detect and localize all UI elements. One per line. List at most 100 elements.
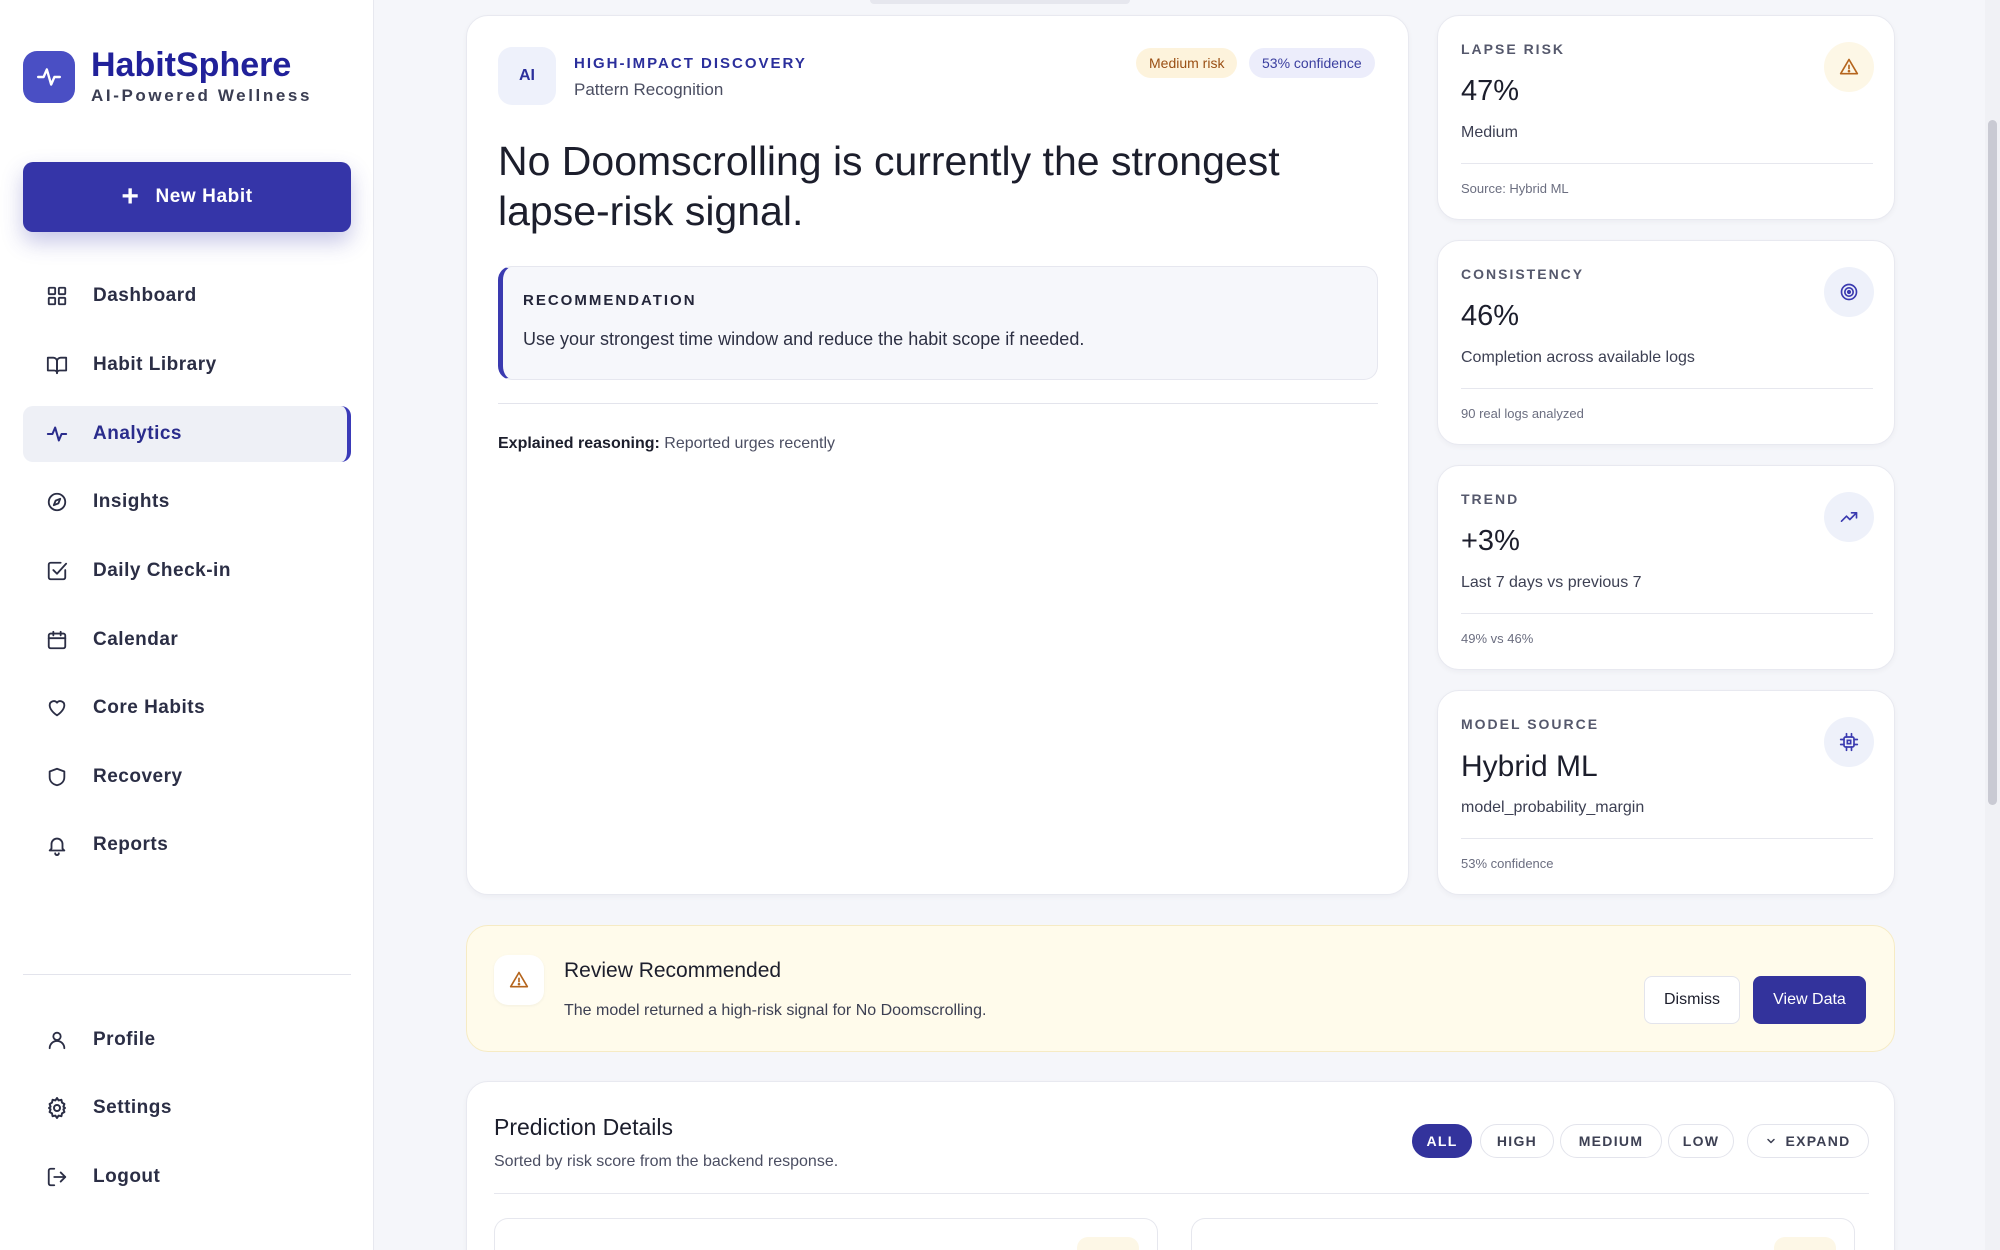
- sidebar-item-calendar[interactable]: Calendar: [23, 612, 351, 668]
- divider: [498, 403, 1378, 404]
- warning-icon: [1824, 42, 1874, 92]
- sidebar-item-label: Daily Check-in: [93, 560, 231, 581]
- brand[interactable]: HabitSphere AI-Powered Wellness: [23, 46, 312, 107]
- scroll-edge: [870, 0, 1130, 4]
- scrollbar-thumb[interactable]: [1988, 120, 1997, 805]
- stat-card-trend: TREND +3% Last 7 days vs previous 7 49% …: [1437, 465, 1895, 670]
- stat-desc: model_probability_margin: [1461, 799, 1645, 816]
- recommendation-text: Use your strongest time window and reduc…: [523, 329, 1085, 349]
- sidebar-item-label: Reports: [93, 834, 169, 855]
- sidebar-item-insights[interactable]: Insights: [23, 474, 351, 530]
- sidebar-item-label: Core Habits: [93, 697, 206, 718]
- status-badge: [1774, 1237, 1836, 1250]
- new-habit-label: New Habit: [155, 186, 253, 207]
- sidebar-item-label: Recovery: [93, 766, 183, 787]
- sidebar-item-label: Habit Library: [93, 354, 217, 375]
- stat-foot: 90 real logs analyzed: [1461, 406, 1584, 421]
- pulse-icon: [23, 50, 75, 103]
- sidebar-item-analytics[interactable]: Analytics: [23, 406, 351, 462]
- banner-title: Review Recommended: [564, 959, 782, 982]
- divider: [1461, 388, 1873, 389]
- sidebar-item-label: Insights: [93, 491, 170, 512]
- prediction-item[interactable]: [494, 1218, 1158, 1250]
- grid-icon: [45, 284, 69, 308]
- bell-icon: [45, 833, 69, 857]
- stat-card-model-source: MODEL SOURCE Hybrid ML model_probability…: [1437, 690, 1895, 895]
- stat-desc: Last 7 days vs previous 7: [1461, 574, 1642, 591]
- sidebar-item-logout[interactable]: Logout: [23, 1149, 351, 1205]
- discovery-title: No Doomscrolling is currently the strong…: [498, 138, 1280, 234]
- expand-label: EXPAND: [1785, 1133, 1851, 1149]
- target-icon: [1824, 267, 1874, 317]
- stat-desc: Completion across available logs: [1461, 349, 1695, 366]
- stat-card-consistency: CONSISTENCY 46% Completion across availa…: [1437, 240, 1895, 445]
- view-data-button[interactable]: View Data: [1753, 976, 1866, 1024]
- sidebar-item-profile[interactable]: Profile: [23, 1012, 351, 1068]
- stat-label: LAPSE RISK: [1461, 41, 1566, 57]
- gear-icon: [45, 1096, 69, 1120]
- trending-up-icon: [1824, 492, 1874, 542]
- recommendation-box: RECOMMENDATION Use your strongest time w…: [498, 266, 1378, 380]
- sidebar-item-label: Settings: [93, 1097, 172, 1118]
- sidebar-item-label: Analytics: [93, 423, 182, 444]
- prediction-item[interactable]: [1191, 1218, 1855, 1250]
- shield-icon: [45, 765, 69, 789]
- status-badge: [1077, 1237, 1139, 1250]
- new-habit-button[interactable]: + New Habit: [23, 162, 351, 232]
- sidebar-item-label: Profile: [93, 1029, 156, 1050]
- prediction-subtitle: Sorted by risk score from the backend re…: [494, 1153, 839, 1170]
- discovery-card: AI HIGH-IMPACT DISCOVERY Pattern Recogni…: [466, 15, 1409, 895]
- sidebar-divider: [23, 974, 351, 975]
- stat-label: CONSISTENCY: [1461, 266, 1585, 282]
- warning-icon: [494, 955, 544, 1005]
- divider: [1461, 838, 1873, 839]
- check-square-icon: [45, 559, 69, 583]
- stat-value: 46%: [1461, 300, 1520, 332]
- risk-badge: Medium risk: [1136, 48, 1238, 78]
- discovery-eyebrow: HIGH-IMPACT DISCOVERY: [574, 55, 807, 72]
- sidebar-item-settings[interactable]: Settings: [23, 1080, 351, 1136]
- brand-name: HabitSphere: [91, 46, 292, 84]
- discovery-subtitle: Pattern Recognition: [574, 80, 724, 99]
- sidebar-item-label: Calendar: [93, 629, 179, 650]
- sidebar-item-habit-library[interactable]: Habit Library: [23, 337, 351, 393]
- filter-medium[interactable]: MEDIUM: [1560, 1124, 1662, 1158]
- stat-foot: 49% vs 46%: [1461, 631, 1534, 646]
- divider: [1461, 163, 1873, 164]
- expand-button[interactable]: EXPAND: [1747, 1124, 1869, 1158]
- sidebar-item-daily-check-in[interactable]: Daily Check-in: [23, 543, 351, 599]
- divider: [1461, 613, 1873, 614]
- logout-icon: [45, 1165, 69, 1189]
- confidence-badge: 53% confidence: [1249, 48, 1375, 78]
- divider: [494, 1193, 1869, 1194]
- sidebar-item-dashboard[interactable]: Dashboard: [23, 268, 351, 324]
- sidebar-item-core-habits[interactable]: Core Habits: [23, 680, 351, 736]
- plus-icon: +: [121, 180, 140, 213]
- reasoning-label: Explained reasoning:: [498, 435, 660, 452]
- review-banner: Review Recommended The model returned a …: [466, 925, 1895, 1052]
- chevron-down-icon: [1765, 1135, 1777, 1147]
- stat-label: TREND: [1461, 491, 1520, 507]
- dismiss-button[interactable]: Dismiss: [1644, 976, 1740, 1024]
- sidebar-item-label: Dashboard: [93, 285, 197, 306]
- reasoning-text: Reported urges recently: [664, 435, 836, 452]
- filter-low[interactable]: LOW: [1668, 1124, 1734, 1158]
- stat-foot: Source: Hybrid ML: [1461, 181, 1569, 196]
- heart-icon: [45, 696, 69, 720]
- sidebar: HabitSphere AI-Powered Wellness + New Ha…: [0, 0, 374, 1250]
- filter-high[interactable]: HIGH: [1480, 1124, 1554, 1158]
- activity-icon: [45, 422, 69, 446]
- reasoning: Explained reasoning: Reported urges rece…: [498, 435, 835, 453]
- sidebar-item-label: Logout: [93, 1166, 161, 1187]
- stat-value: 47%: [1461, 75, 1520, 107]
- sidebar-item-reports[interactable]: Reports: [23, 817, 351, 873]
- prediction-details-card: Prediction Details Sorted by risk score …: [466, 1081, 1895, 1250]
- stat-desc: Medium: [1461, 124, 1518, 141]
- compass-icon: [45, 490, 69, 514]
- sidebar-item-recovery[interactable]: Recovery: [23, 749, 351, 805]
- user-icon: [45, 1028, 69, 1052]
- filter-all[interactable]: ALL: [1412, 1124, 1472, 1158]
- stat-value: Hybrid ML: [1461, 750, 1598, 783]
- cpu-icon: [1824, 717, 1874, 767]
- calendar-icon: [45, 628, 69, 652]
